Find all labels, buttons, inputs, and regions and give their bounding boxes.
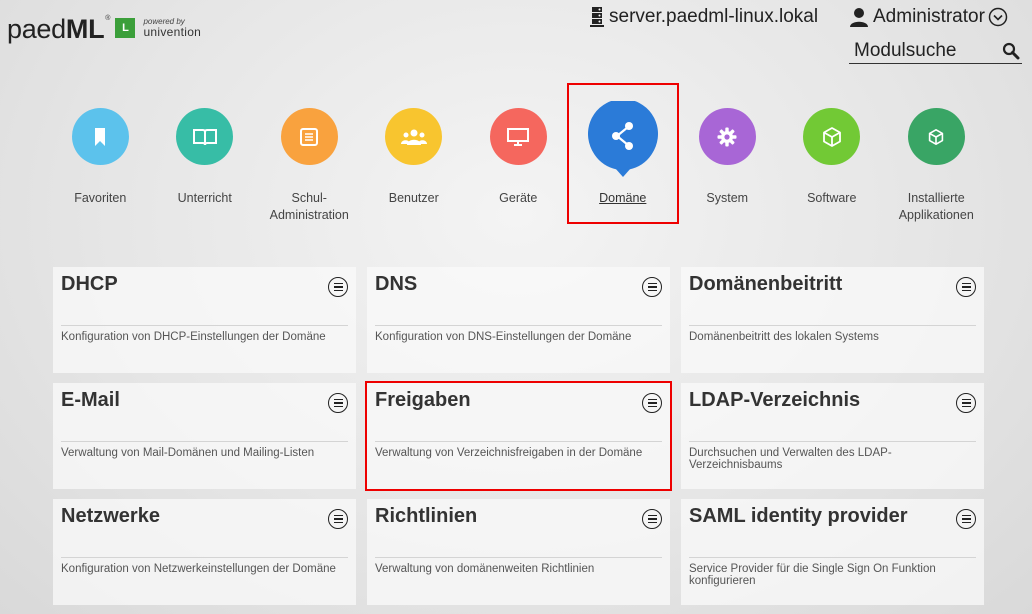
- server-name: server.paedml-linux.lokal: [609, 6, 819, 27]
- category-schul-administration[interactable]: Schul- Administration: [257, 100, 362, 224]
- module-tile-netzwerke[interactable]: Netzwerke Konfiguration von Netzwerkeins…: [53, 499, 356, 605]
- module-tile-dhcp[interactable]: DHCP Konfiguration von DHCP-Einstellunge…: [53, 267, 356, 373]
- module-title: Freigaben: [375, 389, 471, 411]
- module-description: Konfiguration von Netzwerkeinstellungen …: [61, 563, 336, 575]
- category-system[interactable]: System: [675, 100, 780, 224]
- module-tile-dns[interactable]: DNS Konfiguration von DNS-Einstellungen …: [367, 267, 670, 373]
- module-title: Richtlinien: [375, 505, 478, 527]
- server-icon: [590, 7, 604, 27]
- highlight-domaene: [567, 83, 679, 224]
- category-label: System: [706, 191, 749, 205]
- search-icon[interactable]: [1002, 42, 1020, 60]
- server-indicator: server.paedml-linux.lokal: [590, 6, 818, 28]
- book-icon: [176, 108, 234, 165]
- divider: [689, 441, 976, 442]
- logo-badge: L: [115, 18, 136, 38]
- module-title: SAML identity provider: [689, 505, 908, 527]
- users-icon: [385, 108, 443, 165]
- category-favoriten[interactable]: Favoriten: [48, 100, 153, 224]
- module-description: Konfiguration von DNS-Einstellungen der …: [375, 331, 632, 343]
- package-icon: [803, 108, 861, 165]
- module-tile-email[interactable]: E-Mail Verwaltung von Mail-Domänen und M…: [53, 383, 356, 489]
- category-label: Software: [807, 191, 857, 205]
- module-description: Verwaltung von domänenweiten Richtlinien: [375, 563, 595, 575]
- search-input[interactable]: [849, 39, 989, 62]
- module-title: E-Mail: [61, 389, 120, 411]
- user-icon: [850, 8, 868, 27]
- module-description: Domänenbeitritt des lokalen Systems: [689, 331, 879, 343]
- school-admin-icon: [280, 108, 338, 165]
- user-name: Administrator: [873, 6, 985, 27]
- category-bar: Favoriten Unterricht Schul- Administrati…: [48, 98, 989, 224]
- user-menu[interactable]: Administrator: [849, 6, 1008, 28]
- divider: [375, 325, 662, 326]
- module-description: Durchsuchen und Verwalten des LDAP-Verze…: [689, 447, 892, 471]
- divider: [689, 325, 976, 326]
- module-title: Netzwerke: [61, 505, 160, 527]
- module-tile-freigaben[interactable]: Freigaben Verwaltung von Verzeichnisfrei…: [365, 381, 672, 491]
- module-tile-ldap-verzeichnis[interactable]: LDAP-Verzeichnis Durchsuchen und Verwalt…: [681, 383, 984, 489]
- category-unterricht[interactable]: Unterricht: [153, 100, 258, 224]
- bookmark-icon: [71, 108, 129, 165]
- divider: [61, 441, 348, 442]
- menu-icon[interactable]: [642, 509, 662, 529]
- menu-icon[interactable]: [956, 277, 976, 297]
- module-title: DNS: [375, 273, 418, 295]
- module-description: Service Provider für die Single Sign On …: [689, 563, 936, 587]
- menu-icon[interactable]: [642, 393, 662, 413]
- module-description: Verwaltung von Mail-Domänen und Mailing-…: [61, 447, 315, 459]
- divider: [689, 557, 976, 558]
- monitor-icon: [489, 108, 547, 165]
- menu-icon[interactable]: [642, 277, 662, 297]
- category-installierte-applikationen[interactable]: Installierte Applikationen: [884, 100, 989, 224]
- category-benutzer[interactable]: Benutzer: [362, 100, 467, 224]
- divider: [61, 325, 348, 326]
- module-title: DHCP: [61, 273, 118, 295]
- category-label: Installierte Applikationen: [898, 191, 974, 222]
- category-label: Benutzer: [388, 191, 439, 205]
- category-label: Unterricht: [177, 191, 232, 205]
- module-title: LDAP-Verzeichnis: [689, 389, 861, 411]
- menu-icon[interactable]: [956, 393, 976, 413]
- divider: [61, 557, 348, 558]
- module-tile-richtlinien[interactable]: Richtlinien Verwaltung von domänenweiten…: [367, 499, 670, 605]
- module-description: Konfiguration von DHCP-Einstellungen der…: [61, 331, 326, 343]
- vendor-text: univention: [143, 25, 202, 39]
- menu-icon[interactable]: [328, 509, 348, 529]
- gear-icon: [698, 108, 756, 165]
- apps-icon: [907, 108, 965, 165]
- module-description: Verwaltung von Verzeichnisfreigaben in d…: [375, 447, 643, 459]
- module-grid: DHCP Konfiguration von DHCP-Einstellunge…: [53, 267, 984, 605]
- module-tile-domaenenbeitritt[interactable]: Domänenbeitritt Domänenbeitritt des loka…: [681, 267, 984, 373]
- category-geraete[interactable]: Geräte: [466, 100, 571, 224]
- module-title: Domänenbeitritt: [689, 273, 843, 295]
- category-label: Schul- Administration: [269, 191, 349, 222]
- category-label: Geräte: [499, 191, 538, 205]
- module-search[interactable]: [849, 38, 1022, 64]
- category-label: Favoriten: [74, 191, 127, 205]
- logo-text: paedML: [7, 14, 105, 44]
- menu-icon[interactable]: [956, 509, 976, 529]
- divider: [375, 557, 662, 558]
- menu-icon[interactable]: [328, 277, 348, 297]
- module-tile-saml-identity-provider[interactable]: SAML identity provider Service Provider …: [681, 499, 984, 605]
- divider: [375, 441, 662, 442]
- chevron-down-icon[interactable]: [988, 7, 1008, 27]
- paedml-logo: paedML ® L powered by univention: [7, 14, 202, 44]
- category-software[interactable]: Software: [780, 100, 885, 224]
- menu-icon[interactable]: [328, 393, 348, 413]
